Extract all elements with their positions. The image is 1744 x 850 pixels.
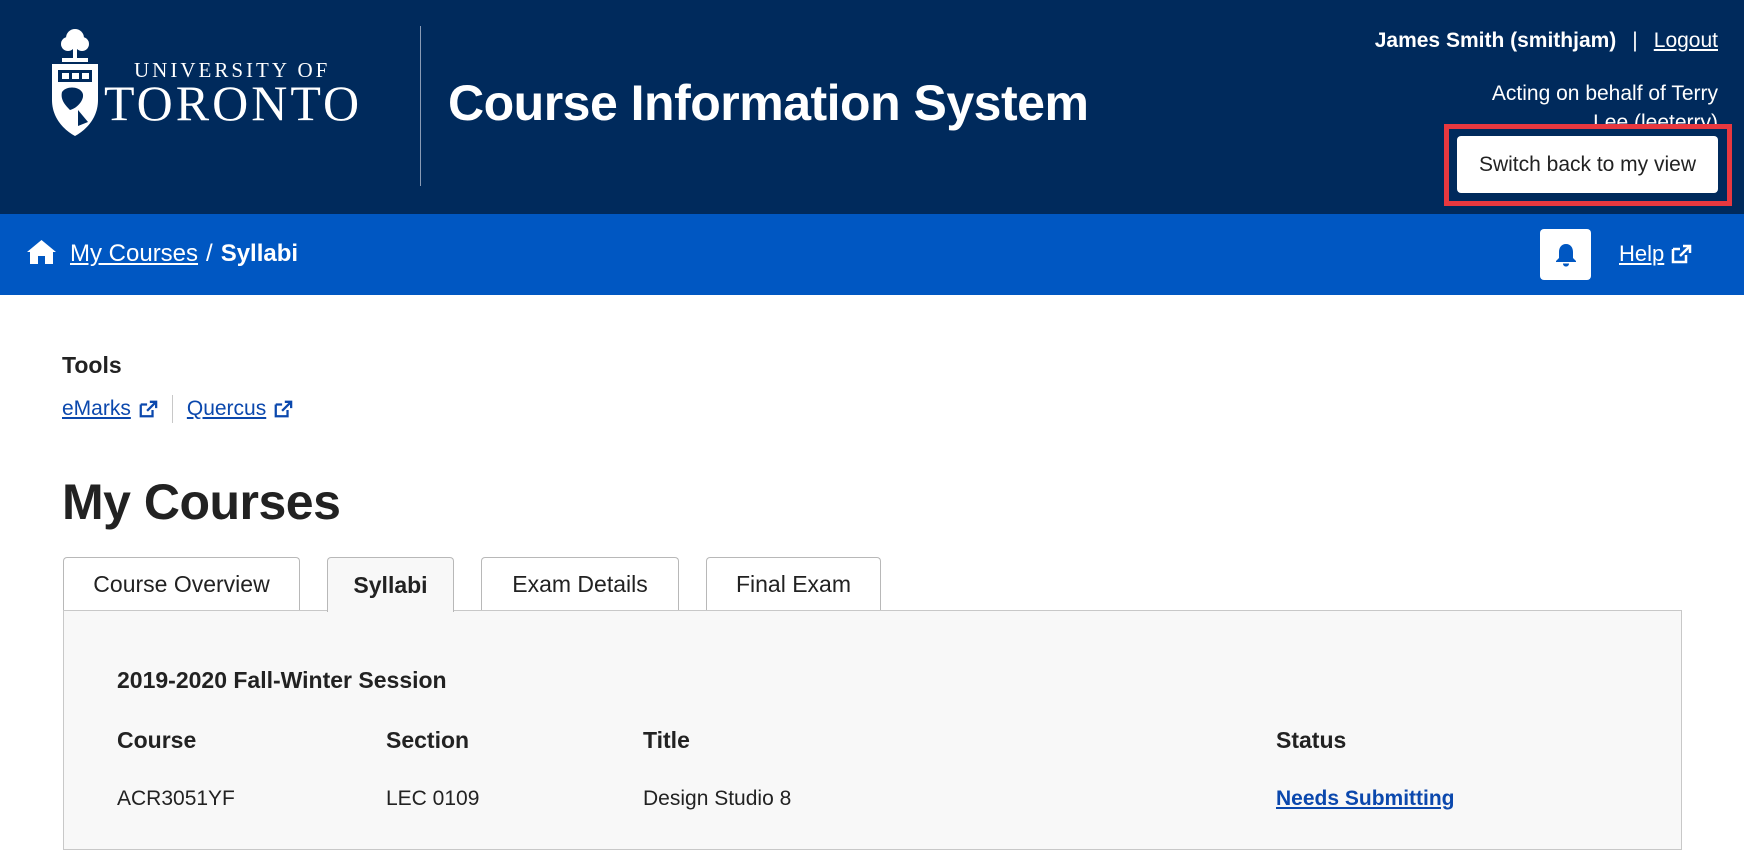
- notifications-button[interactable]: [1540, 229, 1591, 280]
- external-link-icon: [1672, 244, 1692, 263]
- quercus-link[interactable]: Quercus: [187, 397, 293, 421]
- acting-on-behalf-text: Acting on behalf of Terry Lee (leeterry): [1491, 82, 1718, 127]
- breadcrumb-separator: /: [206, 240, 213, 267]
- session-title: 2019-2020 Fall-Winter Session: [117, 667, 447, 693]
- cell-section: LEC 0109: [386, 787, 480, 810]
- cell-course: ACR3051YF: [117, 787, 235, 810]
- logo-line-2: TORONTO: [104, 75, 363, 131]
- column-header-course: Course: [117, 727, 197, 753]
- emarks-label: eMarks: [62, 397, 131, 420]
- user-info: James Smith (smithjam) | Logout: [1375, 29, 1718, 53]
- logout-link[interactable]: Logout: [1654, 29, 1718, 52]
- tab-course-overview[interactable]: Course Overview: [63, 557, 300, 611]
- tools-heading: Tools: [62, 352, 122, 378]
- header-divider: [420, 26, 421, 186]
- user-name: James Smith (smithjam): [1374, 29, 1617, 52]
- tab-exam-details[interactable]: Exam Details: [481, 557, 679, 611]
- switch-back-button[interactable]: Switch back to my view: [1457, 136, 1718, 193]
- syllabi-panel: [63, 610, 1682, 850]
- breadcrumb-my-courses[interactable]: My Courses: [70, 240, 198, 267]
- cell-title: Design Studio 8: [643, 787, 792, 810]
- crest-icon: [52, 29, 98, 136]
- column-header-status: Status: [1276, 727, 1347, 753]
- help-link[interactable]: Help: [1619, 241, 1692, 267]
- help-label: Help: [1619, 241, 1665, 266]
- breadcrumb: My Courses / Syllabi: [70, 240, 298, 268]
- tab-final-exam[interactable]: Final Exam: [706, 557, 881, 611]
- nav-bar: My Courses / Syllabi: [0, 214, 1744, 295]
- column-header-section: Section: [386, 727, 470, 753]
- user-separator: |: [1632, 29, 1638, 52]
- breadcrumb-current: Syllabi: [220, 240, 299, 267]
- tab-syllabi[interactable]: Syllabi: [327, 557, 454, 612]
- app-title: Course Information System: [448, 75, 1089, 131]
- external-link-icon: [274, 400, 293, 417]
- external-link-icon: [139, 400, 158, 417]
- tools-links: eMarks Quercus: [62, 395, 293, 423]
- university-logo[interactable]: UNIVERSITY OF TORONTO: [48, 26, 359, 138]
- emarks-link[interactable]: eMarks: [62, 397, 158, 421]
- bell-icon: [1555, 243, 1576, 266]
- home-icon[interactable]: [26, 239, 57, 265]
- tools-divider: [171, 395, 173, 423]
- column-header-title: Title: [643, 727, 690, 753]
- page-title: My Courses: [62, 474, 341, 530]
- quercus-label: Quercus: [186, 397, 267, 420]
- status-needs-submitting-link[interactable]: Needs Submitting: [1276, 787, 1455, 811]
